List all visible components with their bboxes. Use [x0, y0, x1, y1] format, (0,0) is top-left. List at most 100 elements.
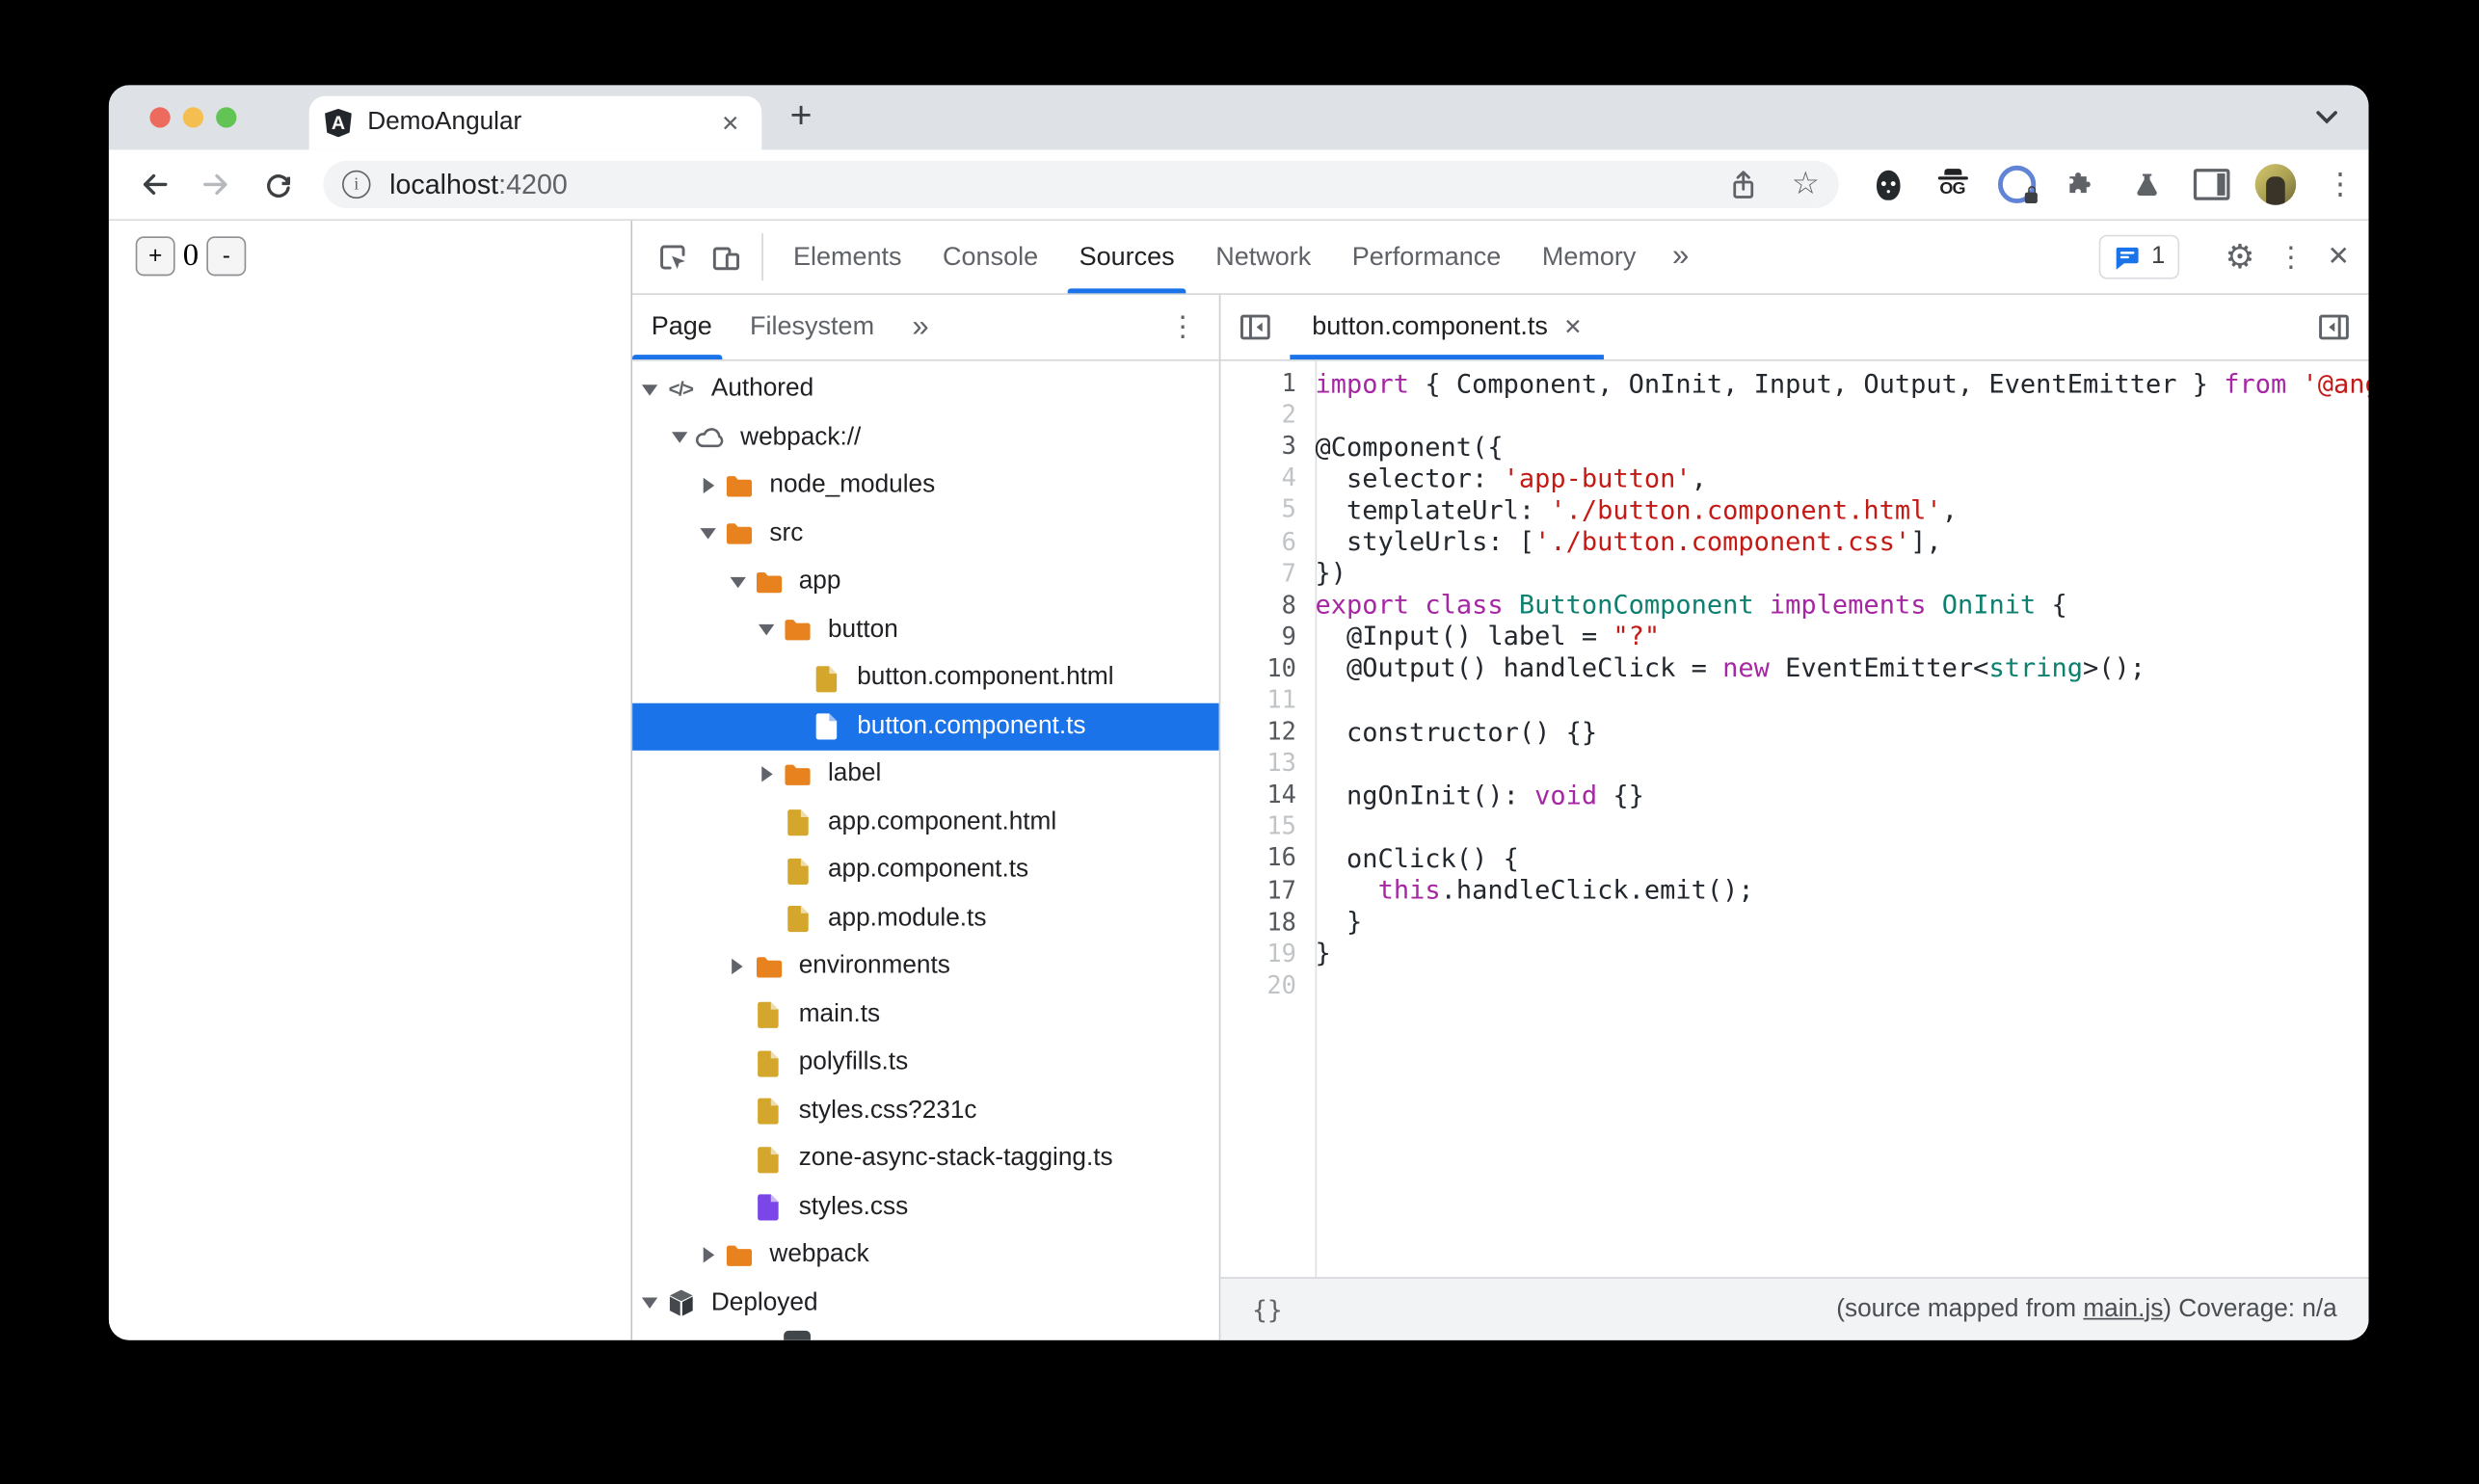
mask-extension-icon[interactable]: [1867, 164, 1908, 205]
tree-item-label[interactable]: label: [632, 751, 1219, 799]
tree-item-app-component-html[interactable]: app.component.html: [632, 799, 1219, 847]
tree-item-deployed[interactable]: Deployed: [632, 1280, 1219, 1328]
devtools-tab-memory[interactable]: Memory: [1522, 221, 1657, 293]
code-editor[interactable]: 1 import { Component, OnInit, Input, Outp…: [1220, 360, 2368, 1278]
line-number[interactable]: 1: [1220, 369, 1315, 397]
line-number[interactable]: 15: [1220, 812, 1315, 840]
minimize-window-button[interactable]: [182, 107, 204, 128]
tree-item-app[interactable]: app: [632, 558, 1219, 606]
close-window-button[interactable]: [149, 107, 171, 128]
editor-tab[interactable]: button.component.ts ✕: [1290, 295, 1605, 360]
line-number[interactable]: 6: [1220, 527, 1315, 555]
editor-tab-close-icon[interactable]: ✕: [1563, 314, 1582, 341]
maximize-window-button[interactable]: [216, 107, 237, 128]
devtools-tab-console[interactable]: Console: [922, 221, 1059, 293]
expander-down-icon[interactable]: [637, 384, 662, 396]
expander-right-icon[interactable]: [725, 959, 750, 975]
increment-button[interactable]: +: [135, 236, 175, 277]
expander-right-icon[interactable]: [754, 766, 779, 782]
tree-item-app-component-ts[interactable]: app.component.ts: [632, 847, 1219, 895]
tree-item-webpack-[interactable]: webpack://: [632, 413, 1219, 462]
incognito-og-extension-icon[interactable]: OG: [1932, 164, 1973, 205]
devtools-tab-elements[interactable]: Elements: [773, 221, 922, 293]
line-number[interactable]: 18: [1220, 908, 1315, 936]
new-tab-button[interactable]: +: [778, 92, 825, 142]
line-number[interactable]: 8: [1220, 591, 1315, 619]
more-panels-icon[interactable]: »: [1657, 221, 1705, 293]
navigator-tab-filesystem[interactable]: Filesystem: [731, 295, 893, 359]
tree-item-main-ts[interactable]: main.ts: [632, 991, 1219, 1039]
navigator-menu-icon[interactable]: ⋮: [1146, 295, 1218, 359]
tree-item-authored[interactable]: </> Authored: [632, 366, 1219, 414]
tree-item-button-component-ts[interactable]: button.component.ts: [632, 702, 1219, 751]
line-number[interactable]: 7: [1220, 559, 1315, 587]
inspect-element-icon[interactable]: [645, 221, 699, 293]
tree-item-styles-css-231c[interactable]: styles.css?231c: [632, 1087, 1219, 1135]
password-manager-extension-icon[interactable]: [1996, 164, 2038, 205]
expander-down-icon[interactable]: [637, 1297, 662, 1310]
devtools-tab-sources[interactable]: Sources: [1058, 221, 1195, 294]
tree-item-src[interactable]: src: [632, 510, 1219, 558]
tree-item-button-component-html[interactable]: button.component.html: [632, 654, 1219, 702]
line-number[interactable]: 12: [1220, 718, 1315, 746]
devtools-tab-network[interactable]: Network: [1195, 221, 1332, 293]
extensions-puzzle-icon[interactable]: [2061, 164, 2102, 205]
tree-item-webpack[interactable]: webpack: [632, 1232, 1219, 1280]
tree-item-partial[interactable]: [632, 1328, 1219, 1340]
decrement-button[interactable]: -: [206, 236, 247, 277]
tab-search-chevron-icon[interactable]: [2308, 101, 2343, 136]
devtools-close-icon[interactable]: ✕: [2328, 241, 2350, 273]
toggle-sidebar-panel-icon[interactable]: [2299, 295, 2368, 359]
device-toolbar-icon[interactable]: [699, 221, 753, 293]
line-number[interactable]: 10: [1220, 654, 1315, 682]
browser-tab[interactable]: A DemoAngular ✕: [308, 95, 762, 150]
expander-down-icon[interactable]: [754, 624, 779, 636]
line-number[interactable]: 11: [1220, 686, 1315, 714]
reload-button[interactable]: [253, 161, 301, 208]
tree-item-environments[interactable]: environments: [632, 942, 1219, 991]
settings-gear-icon[interactable]: ⚙: [2225, 241, 2254, 274]
bookmark-star-icon[interactable]: ☆: [1792, 169, 1820, 200]
address-bar[interactable]: i localhost:4200 ☆: [323, 160, 1839, 208]
expander-down-icon[interactable]: [666, 432, 691, 444]
tree-item-zone-async-stack-tagging-ts[interactable]: zone-async-stack-tagging.ts: [632, 1135, 1219, 1183]
line-number[interactable]: 3: [1220, 433, 1315, 461]
issues-button[interactable]: 1: [2099, 234, 2180, 279]
devtools-tab-performance[interactable]: Performance: [1332, 221, 1522, 293]
toggle-navigator-panel-icon[interactable]: [1220, 295, 1290, 359]
line-number[interactable]: 4: [1220, 464, 1315, 492]
tree-item-styles-css[interactable]: styles.css: [632, 1183, 1219, 1232]
line-number[interactable]: 20: [1220, 971, 1315, 999]
url-text[interactable]: localhost:4200: [389, 168, 1730, 200]
side-panel-extension-icon[interactable]: [2191, 164, 2232, 205]
tree-item-app-module-ts[interactable]: app.module.ts: [632, 895, 1219, 943]
line-number[interactable]: 5: [1220, 495, 1315, 523]
line-number[interactable]: 2: [1220, 401, 1315, 429]
expander-right-icon[interactable]: [696, 478, 721, 494]
tree-item-button[interactable]: button: [632, 606, 1219, 654]
line-number[interactable]: 19: [1220, 940, 1315, 967]
navigator-tab-page[interactable]: Page: [632, 295, 731, 360]
line-number[interactable]: 14: [1220, 781, 1315, 808]
line-number[interactable]: 9: [1220, 623, 1315, 650]
expander-right-icon[interactable]: [696, 1247, 721, 1263]
devtools-menu-icon[interactable]: ⋮: [2277, 241, 2305, 274]
tree-item-node-modules[interactable]: node_modules: [632, 462, 1219, 510]
line-number[interactable]: 17: [1220, 876, 1315, 904]
pretty-print-icon[interactable]: {}: [1252, 1294, 1283, 1324]
navigator-more-tabs-icon[interactable]: »: [893, 295, 948, 359]
site-info-icon[interactable]: i: [342, 170, 371, 199]
flask-extension-icon[interactable]: [2126, 164, 2168, 205]
browser-menu-icon[interactable]: ⋮: [2320, 164, 2361, 205]
tab-close-icon[interactable]: ✕: [715, 106, 746, 139]
source-map-link[interactable]: main.js: [2083, 1295, 2163, 1322]
back-button[interactable]: [131, 161, 178, 208]
line-number[interactable]: 16: [1220, 844, 1315, 872]
expander-down-icon[interactable]: [725, 576, 750, 588]
share-icon[interactable]: [1730, 170, 1757, 199]
profile-avatar[interactable]: [2254, 164, 2297, 205]
line-number[interactable]: 13: [1220, 749, 1315, 777]
expander-down-icon[interactable]: [696, 528, 721, 540]
tree-item-polyfills-ts[interactable]: polyfills.ts: [632, 1039, 1219, 1087]
forward-button[interactable]: [193, 161, 240, 208]
